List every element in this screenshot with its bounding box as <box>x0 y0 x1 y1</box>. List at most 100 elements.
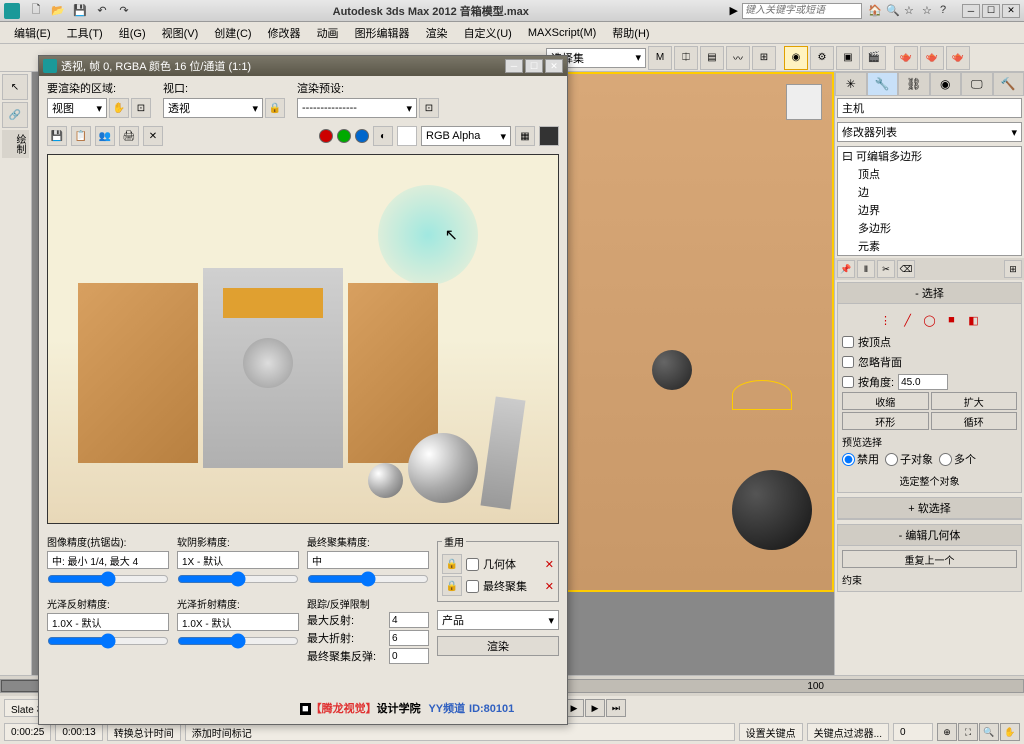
by-angle-checkbox[interactable] <box>842 376 854 388</box>
preview-multi-radio[interactable] <box>939 453 952 466</box>
clone-icon[interactable]: 👥 <box>95 126 115 146</box>
menu-help[interactable]: 帮助(H) <box>606 23 655 43</box>
toggle-ui-icon[interactable]: ▦ <box>515 126 535 146</box>
stack-edge[interactable]: 边 <box>838 183 1021 201</box>
stack-border[interactable]: 边界 <box>838 201 1021 219</box>
element-subobj-icon[interactable]: ◧ <box>966 312 982 328</box>
edge-subobj-icon[interactable]: ╱ <box>900 312 916 328</box>
favorite-icon[interactable]: ☆ <box>922 4 936 18</box>
ignore-backfacing-checkbox[interactable] <box>842 356 854 368</box>
lock-view-icon[interactable]: 🔒 <box>265 98 285 118</box>
max-refr-spinner[interactable]: 6 <box>389 630 429 646</box>
tool-teapot1[interactable]: 🫖 <box>894 46 918 70</box>
modifier-list-dropdown[interactable]: 修改器列表▾ <box>837 122 1022 142</box>
toggle-overlay-icon[interactable] <box>539 126 559 146</box>
selection-header[interactable]: - 选择 <box>838 283 1021 304</box>
soft-shadow-slider[interactable] <box>177 571 299 587</box>
remove-modifier-icon[interactable]: ⌫ <box>897 260 915 278</box>
set-key-button[interactable]: 设置关键点 <box>739 723 803 741</box>
img-precision-slider[interactable] <box>47 571 169 587</box>
by-vertex-checkbox[interactable] <box>842 336 854 348</box>
tool-teapot3[interactable]: 🫖 <box>946 46 970 70</box>
question-icon[interactable]: ? <box>940 4 954 18</box>
print-icon[interactable]: 🖨 <box>119 126 139 146</box>
tool-render-setup[interactable]: ⚙ <box>810 46 834 70</box>
tool-mirror[interactable]: M <box>648 46 672 70</box>
tab-hierarchy[interactable]: ⛓ <box>898 72 930 96</box>
configure-icon[interactable]: ⊞ <box>1004 260 1022 278</box>
view-cube[interactable] <box>786 84 822 120</box>
max-refl-spinner[interactable]: 4 <box>389 612 429 628</box>
menu-group[interactable]: 组(G) <box>113 23 152 43</box>
menu-modifiers[interactable]: 修改器 <box>262 23 307 43</box>
next-frame-icon[interactable]: ▶ <box>585 699 605 717</box>
select-tool[interactable]: ↖ <box>2 74 28 100</box>
glossy-refl-slider[interactable] <box>47 633 169 649</box>
rw-minimize[interactable]: ─ <box>505 59 523 73</box>
tool-material-editor[interactable]: ◉ <box>784 46 808 70</box>
menu-graph[interactable]: 图形编辑器 <box>349 23 416 43</box>
tab-display[interactable]: 🖵 <box>961 72 993 96</box>
timeline-handle[interactable] <box>1 680 41 692</box>
search-input[interactable] <box>742 3 862 19</box>
reuse-fg-checkbox[interactable] <box>466 580 479 593</box>
grow-button[interactable]: 扩大 <box>931 392 1018 410</box>
soft-selection-header[interactable]: + 软选择 <box>838 498 1021 519</box>
tool-render-frame[interactable]: ▣ <box>836 46 860 70</box>
shrink-button[interactable]: 收缩 <box>842 392 929 410</box>
clear-icon[interactable]: ✕ <box>143 126 163 146</box>
stack-polygon[interactable]: 多边形 <box>838 219 1021 237</box>
blue-channel-icon[interactable] <box>355 129 369 143</box>
stack-element[interactable]: 元素 <box>838 237 1021 255</box>
tab-utilities[interactable]: 🔨 <box>993 72 1024 96</box>
menu-tools[interactable]: 工具(T) <box>61 23 109 43</box>
fg-precision-slider[interactable] <box>307 571 429 587</box>
tool-curve-editor[interactable]: 〰 <box>726 46 750 70</box>
tool-layers[interactable]: ▤ <box>700 46 724 70</box>
repeat-last-button[interactable]: 重复上一个 <box>842 550 1017 568</box>
goto-end-icon[interactable]: ⏭ <box>606 699 626 717</box>
undo-icon[interactable]: ↶ <box>94 3 110 19</box>
polygon-subobj-icon[interactable]: ■ <box>944 312 960 328</box>
region-tool[interactable]: ✋ <box>109 98 129 118</box>
maximize-button[interactable]: ☐ <box>982 4 1000 18</box>
red-channel-icon[interactable] <box>319 129 333 143</box>
redo-icon[interactable]: ↷ <box>116 3 132 19</box>
menu-create[interactable]: 创建(C) <box>208 23 257 43</box>
show-end-result-icon[interactable]: Ⅱ <box>857 260 875 278</box>
ring-button[interactable]: 环形 <box>842 412 929 430</box>
reuse-lock2[interactable]: 🔒 <box>442 576 462 596</box>
tool-align[interactable]: ⎅ <box>674 46 698 70</box>
copy-image-icon[interactable]: 📋 <box>71 126 91 146</box>
edit-geometry-header[interactable]: - 编辑几何体 <box>838 525 1021 546</box>
tab-modify[interactable]: 🔧 <box>867 72 899 96</box>
vertex-subobj-icon[interactable]: ⋮ <box>878 312 894 328</box>
green-channel-icon[interactable] <box>337 129 351 143</box>
crop-tool[interactable]: ⊡ <box>131 98 151 118</box>
rw-maximize[interactable]: ☐ <box>525 59 543 73</box>
object-name-input[interactable]: 主机 <box>837 98 1022 118</box>
loop-button[interactable]: 循环 <box>931 412 1018 430</box>
key-filter-button[interactable]: 关键点过滤器... <box>807 723 889 741</box>
preset-save-icon[interactable]: ⊡ <box>419 98 439 118</box>
tool-render[interactable]: 🎬 <box>862 46 886 70</box>
tool-schematic[interactable]: ⊞ <box>752 46 776 70</box>
new-icon[interactable]: 🗋 <box>28 3 44 19</box>
nav-4-icon[interactable]: ✋ <box>1000 723 1020 741</box>
reuse-geometry-checkbox[interactable] <box>466 558 479 571</box>
viewport-dropdown[interactable]: 透视▾ <box>163 98 263 118</box>
render-button[interactable]: 渲染 <box>437 636 559 656</box>
magnifier-icon[interactable]: 🔍 <box>886 4 900 18</box>
link-tool[interactable]: 🔗 <box>2 102 28 128</box>
preview-subobj-radio[interactable] <box>885 453 898 466</box>
preset-dropdown[interactable]: ---------------▾ <box>297 98 417 118</box>
by-angle-spinner[interactable]: 45.0 <box>898 374 948 390</box>
preview-disable-radio[interactable] <box>842 453 855 466</box>
glossy-refr-slider[interactable] <box>177 633 299 649</box>
stack-editable-poly[interactable]: 曰 可编辑多边形 <box>838 147 1021 165</box>
frame-spinner[interactable]: 0 <box>893 723 933 741</box>
tool-teapot2[interactable]: 🫖 <box>920 46 944 70</box>
pin-stack-icon[interactable]: 📌 <box>837 260 855 278</box>
reuse-lock1[interactable]: 🔒 <box>442 554 462 574</box>
menu-animation[interactable]: 动画 <box>311 23 345 43</box>
